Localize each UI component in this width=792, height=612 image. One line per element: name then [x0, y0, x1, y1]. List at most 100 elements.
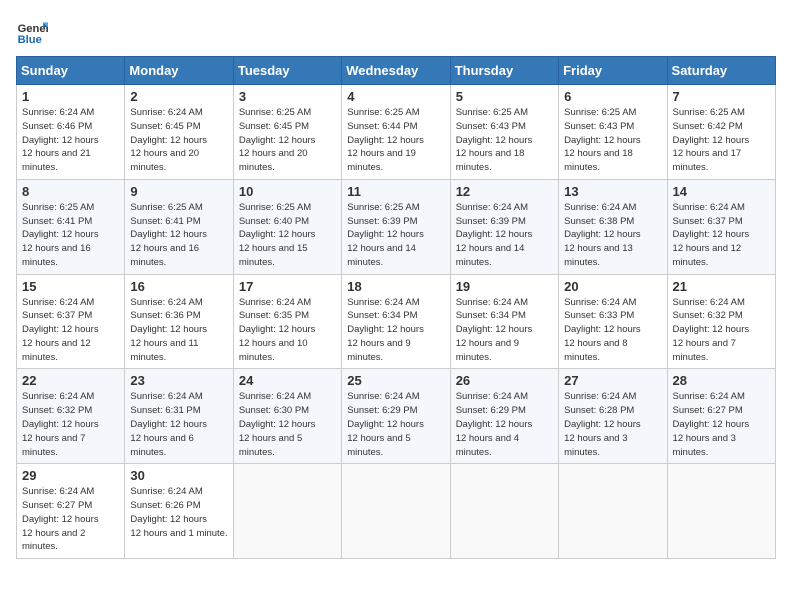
day-info: Sunrise: 6:24 AMSunset: 6:46 PMDaylight:… — [22, 106, 119, 175]
day-number: 4 — [347, 89, 444, 104]
day-number: 30 — [130, 468, 227, 483]
day-info: Sunrise: 6:24 AMSunset: 6:39 PMDaylight:… — [456, 201, 553, 270]
calendar-cell: 21 Sunrise: 6:24 AMSunset: 6:32 PMDayligh… — [667, 274, 775, 369]
day-info: Sunrise: 6:24 AMSunset: 6:37 PMDaylight:… — [22, 296, 119, 365]
day-number: 20 — [564, 279, 661, 294]
page-header: General Blue — [16, 16, 776, 48]
calendar-week-row: 1 Sunrise: 6:24 AMSunset: 6:46 PMDaylight… — [17, 85, 776, 180]
day-info: Sunrise: 6:25 AMSunset: 6:41 PMDaylight:… — [130, 201, 227, 270]
calendar-cell: 9Sunrise: 6:25 AMSunset: 6:41 PMDaylight… — [125, 179, 233, 274]
day-header-friday: Friday — [559, 57, 667, 85]
calendar-cell: 18 Sunrise: 6:24 AMSunset: 6:34 PMDayligh… — [342, 274, 450, 369]
day-info: Sunrise: 6:24 AMSunset: 6:36 PMDaylight:… — [130, 296, 227, 365]
day-info: Sunrise: 6:24 AMSunset: 6:33 PMDaylight:… — [564, 296, 661, 365]
day-number: 29 — [22, 468, 119, 483]
calendar-cell: 4 Sunrise: 6:25 AMSunset: 6:44 PMDaylight… — [342, 85, 450, 180]
calendar-week-row: 29 Sunrise: 6:24 AMSunset: 6:27 PMDayligh… — [17, 464, 776, 559]
svg-text:Blue: Blue — [18, 34, 42, 46]
day-info: Sunrise: 6:25 AMSunset: 6:44 PMDaylight:… — [347, 106, 444, 175]
day-info: Sunrise: 6:24 AMSunset: 6:34 PMDaylight:… — [347, 296, 444, 365]
day-info: Sunrise: 6:24 AMSunset: 6:28 PMDaylight:… — [564, 390, 661, 459]
day-number: 10 — [239, 184, 336, 199]
calendar-cell: 25 Sunrise: 6:24 AMSunset: 6:29 PMDayligh… — [342, 369, 450, 464]
calendar-cell: 15 Sunrise: 6:24 AMSunset: 6:37 PMDayligh… — [17, 274, 125, 369]
day-header-saturday: Saturday — [667, 57, 775, 85]
day-number: 21 — [673, 279, 770, 294]
calendar-cell: 30Sunrise: 6:24 AMSunset: 6:26 PMDayligh… — [125, 464, 233, 559]
day-info: Sunrise: 6:24 AMSunset: 6:37 PMDaylight:… — [673, 201, 770, 270]
day-info: Sunrise: 6:24 AMSunset: 6:27 PMDaylight:… — [673, 390, 770, 459]
day-number: 16 — [130, 279, 227, 294]
calendar-cell: 5 Sunrise: 6:25 AMSunset: 6:43 PMDaylight… — [450, 85, 558, 180]
day-number: 27 — [564, 373, 661, 388]
calendar-cell — [233, 464, 341, 559]
day-number: 28 — [673, 373, 770, 388]
calendar-cell: 12 Sunrise: 6:24 AMSunset: 6:39 PMDayligh… — [450, 179, 558, 274]
day-number: 22 — [22, 373, 119, 388]
day-info: Sunrise: 6:25 AMSunset: 6:43 PMDaylight:… — [456, 106, 553, 175]
day-info: Sunrise: 6:24 AMSunset: 6:35 PMDaylight:… — [239, 296, 336, 365]
day-header-tuesday: Tuesday — [233, 57, 341, 85]
day-number: 26 — [456, 373, 553, 388]
calendar-week-row: 8 Sunrise: 6:25 AMSunset: 6:41 PMDaylight… — [17, 179, 776, 274]
day-number: 25 — [347, 373, 444, 388]
calendar-cell: 10 Sunrise: 6:25 AMSunset: 6:40 PMDayligh… — [233, 179, 341, 274]
day-info: Sunrise: 6:25 AMSunset: 6:41 PMDaylight:… — [22, 201, 119, 270]
calendar-cell — [559, 464, 667, 559]
day-info: Sunrise: 6:24 AMSunset: 6:29 PMDaylight:… — [456, 390, 553, 459]
calendar-cell — [342, 464, 450, 559]
day-header-thursday: Thursday — [450, 57, 558, 85]
day-info: Sunrise: 6:25 AMSunset: 6:40 PMDaylight:… — [239, 201, 336, 270]
day-number: 19 — [456, 279, 553, 294]
calendar-cell: 3 Sunrise: 6:25 AMSunset: 6:45 PMDaylight… — [233, 85, 341, 180]
day-info: Sunrise: 6:25 AMSunset: 6:42 PMDaylight:… — [673, 106, 770, 175]
calendar-cell: 14 Sunrise: 6:24 AMSunset: 6:37 PMDayligh… — [667, 179, 775, 274]
day-info: Sunrise: 6:24 AMSunset: 6:31 PMDaylight:… — [130, 390, 227, 459]
day-number: 18 — [347, 279, 444, 294]
day-number: 11 — [347, 184, 444, 199]
day-info: Sunrise: 6:25 AMSunset: 6:45 PMDaylight:… — [239, 106, 336, 175]
calendar-cell: 27 Sunrise: 6:24 AMSunset: 6:28 PMDayligh… — [559, 369, 667, 464]
calendar-table: SundayMondayTuesdayWednesdayThursdayFrid… — [16, 56, 776, 559]
day-number: 12 — [456, 184, 553, 199]
day-info: Sunrise: 6:24 AMSunset: 6:29 PMDaylight:… — [347, 390, 444, 459]
calendar-cell: 22 Sunrise: 6:24 AMSunset: 6:32 PMDayligh… — [17, 369, 125, 464]
day-header-sunday: Sunday — [17, 57, 125, 85]
calendar-cell: 26 Sunrise: 6:24 AMSunset: 6:29 PMDayligh… — [450, 369, 558, 464]
calendar-cell — [667, 464, 775, 559]
day-number: 14 — [673, 184, 770, 199]
day-info: Sunrise: 6:25 AMSunset: 6:39 PMDaylight:… — [347, 201, 444, 270]
logo: General Blue — [16, 16, 52, 48]
day-number: 6 — [564, 89, 661, 104]
day-number: 13 — [564, 184, 661, 199]
day-header-wednesday: Wednesday — [342, 57, 450, 85]
day-info: Sunrise: 6:24 AMSunset: 6:27 PMDaylight:… — [22, 485, 119, 554]
calendar-cell: 8 Sunrise: 6:25 AMSunset: 6:41 PMDaylight… — [17, 179, 125, 274]
day-number: 2 — [130, 89, 227, 104]
day-number: 5 — [456, 89, 553, 104]
day-number: 8 — [22, 184, 119, 199]
logo-icon: General Blue — [16, 16, 48, 48]
calendar-cell: 1 Sunrise: 6:24 AMSunset: 6:46 PMDaylight… — [17, 85, 125, 180]
calendar-header-row: SundayMondayTuesdayWednesdayThursdayFrid… — [17, 57, 776, 85]
calendar-cell: 13 Sunrise: 6:24 AMSunset: 6:38 PMDayligh… — [559, 179, 667, 274]
day-number: 1 — [22, 89, 119, 104]
calendar-cell — [450, 464, 558, 559]
day-number: 24 — [239, 373, 336, 388]
day-number: 23 — [130, 373, 227, 388]
day-number: 17 — [239, 279, 336, 294]
day-info: Sunrise: 6:24 AMSunset: 6:38 PMDaylight:… — [564, 201, 661, 270]
calendar-cell: 6Sunrise: 6:25 AMSunset: 6:43 PMDaylight… — [559, 85, 667, 180]
calendar-cell: 19 Sunrise: 6:24 AMSunset: 6:34 PMDayligh… — [450, 274, 558, 369]
calendar-cell: 2Sunrise: 6:24 AMSunset: 6:45 PMDaylight… — [125, 85, 233, 180]
calendar-cell: 29 Sunrise: 6:24 AMSunset: 6:27 PMDayligh… — [17, 464, 125, 559]
day-info: Sunrise: 6:24 AMSunset: 6:34 PMDaylight:… — [456, 296, 553, 365]
day-number: 7 — [673, 89, 770, 104]
calendar-cell: 20 Sunrise: 6:24 AMSunset: 6:33 PMDayligh… — [559, 274, 667, 369]
day-number: 15 — [22, 279, 119, 294]
calendar-cell: 23 Sunrise: 6:24 AMSunset: 6:31 PMDayligh… — [125, 369, 233, 464]
day-info: Sunrise: 6:24 AMSunset: 6:30 PMDaylight:… — [239, 390, 336, 459]
day-info: Sunrise: 6:24 AMSunset: 6:32 PMDaylight:… — [22, 390, 119, 459]
day-number: 3 — [239, 89, 336, 104]
day-info: Sunrise: 6:24 AMSunset: 6:32 PMDaylight:… — [673, 296, 770, 365]
